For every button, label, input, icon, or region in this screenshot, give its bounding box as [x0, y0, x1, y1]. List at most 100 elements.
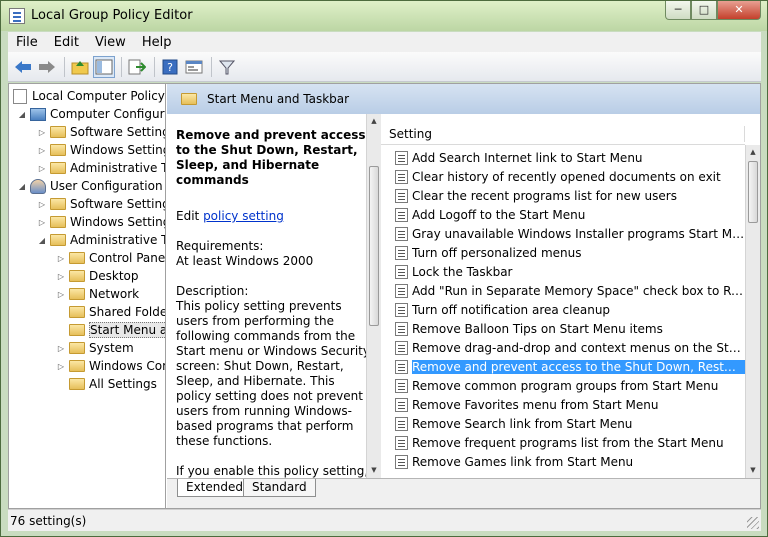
scroll-thumb[interactable]	[369, 166, 379, 326]
tree-computer-administrative-templates[interactable]: ▷ Administrative Te	[37, 159, 165, 177]
title-bar[interactable]: Local Group Policy Editor ─ □ ✕	[1, 1, 767, 31]
description-pane: Remove and prevent access to the Shut Do…	[167, 114, 380, 478]
collapsed-arrow-icon[interactable]: ▷	[56, 254, 66, 263]
scroll-thumb[interactable]	[748, 161, 758, 223]
setting-row[interactable]: Turn off personalized menus	[381, 243, 745, 262]
up-folder-icon[interactable]	[69, 56, 91, 78]
setting-row[interactable]: Remove frequent programs list from the S…	[381, 433, 745, 452]
description-more-text: If you enable this policy setting, the P…	[176, 464, 369, 478]
results-pane: Start Menu and Taskbar Remove and preven…	[167, 84, 760, 508]
setting-name: Remove Balloon Tips on Start Menu items	[412, 321, 663, 336]
setting-row[interactable]: Remove drag-and-drop and context menus o…	[381, 338, 745, 357]
policy-setting-icon	[395, 207, 408, 222]
show-hide-tree-icon[interactable]	[93, 55, 115, 78]
collapsed-arrow-icon[interactable]: ▷	[37, 146, 47, 155]
help-icon[interactable]: ?	[159, 56, 181, 78]
tree-user-configuration[interactable]: ◢ User Configuration	[17, 177, 163, 195]
tree-label: Software Settings	[70, 197, 166, 211]
tree-computer-configuration[interactable]: ◢ Computer Configura	[17, 105, 165, 123]
policy-setting-icon	[395, 340, 408, 355]
expanded-arrow-icon[interactable]: ◢	[17, 182, 27, 191]
forward-icon[interactable]	[36, 56, 58, 78]
scroll-down-arrow-icon[interactable]: ▼	[367, 463, 381, 478]
folder-icon	[69, 270, 85, 282]
tree-all-settings[interactable]: All Settings	[56, 375, 157, 393]
description-scrollbar[interactable]: ▲ ▼	[366, 114, 381, 478]
policy-setting-link[interactable]: policy setting	[203, 209, 284, 223]
policy-setting-icon	[395, 169, 408, 184]
tree-root[interactable]: Local Computer Policy	[13, 87, 165, 105]
scroll-up-arrow-icon[interactable]: ▲	[367, 114, 381, 129]
policy-setting-icon	[395, 283, 408, 298]
minimize-button[interactable]: ─	[665, 1, 691, 20]
tree-user-windows-settings[interactable]: ▷ Windows Setting	[37, 213, 166, 231]
collapsed-arrow-icon[interactable]: ▷	[56, 272, 66, 281]
filter-icon[interactable]	[216, 56, 238, 78]
column-header-setting[interactable]: Setting	[381, 123, 745, 145]
tree-computer-windows-settings[interactable]: ▷ Windows Setting	[37, 141, 166, 159]
tree-user-administrative-templates[interactable]: ◢ Administrative Te	[37, 231, 165, 249]
policy-setting-icon	[395, 416, 408, 431]
expanded-arrow-icon[interactable]: ◢	[37, 236, 47, 245]
setting-row[interactable]: Add Logoff to the Start Menu	[381, 205, 745, 224]
setting-row[interactable]: Clear history of recently opened documen…	[381, 167, 745, 186]
maximize-button[interactable]: □	[691, 1, 717, 20]
status-bar: 76 setting(s)	[8, 509, 761, 531]
policy-setting-icon	[395, 226, 408, 241]
collapsed-arrow-icon[interactable]: ▷	[37, 200, 47, 209]
collapsed-arrow-icon[interactable]: ▷	[37, 128, 47, 137]
menu-file[interactable]: File	[8, 35, 46, 50]
close-button[interactable]: ✕	[717, 1, 761, 20]
settings-rows: Add Search Internet link to Start Menu Cl…	[381, 148, 745, 471]
edit-line: Edit policy setting	[176, 209, 371, 224]
scroll-up-arrow-icon[interactable]: ▲	[746, 145, 760, 160]
folder-icon	[181, 93, 197, 105]
collapsed-arrow-icon[interactable]: ▷	[56, 290, 66, 299]
collapsed-arrow-icon[interactable]: ▷	[37, 164, 47, 173]
tree-user-software-settings[interactable]: ▷ Software Settings	[37, 195, 166, 213]
tree-network[interactable]: ▷ Network	[56, 285, 139, 303]
tree-start-menu-and-taskbar[interactable]: Start Menu ar	[56, 321, 165, 339]
settings-scrollbar[interactable]: ▲ ▼	[745, 145, 760, 478]
setting-row[interactable]: Remove Search link from Start Menu	[381, 414, 745, 433]
setting-row[interactable]: Clear the recent programs list for new u…	[381, 186, 745, 205]
setting-row[interactable]: Gray unavailable Windows Installer progr…	[381, 224, 745, 243]
setting-row[interactable]: Turn off notification area cleanup	[381, 300, 745, 319]
properties-icon[interactable]	[183, 56, 205, 78]
tree-label: Windows Setting	[70, 143, 166, 157]
setting-row[interactable]: Lock the Taskbar	[381, 262, 745, 281]
tree-desktop[interactable]: ▷ Desktop	[56, 267, 139, 285]
tree-system[interactable]: ▷ System	[56, 339, 134, 357]
console-tree[interactable]: Local Computer Policy ◢ Computer Configur…	[9, 84, 166, 508]
setting-row[interactable]: Remove Games link from Start Menu	[381, 452, 745, 471]
scroll-down-arrow-icon[interactable]: ▼	[746, 463, 760, 478]
setting-row[interactable]: Add "Run in Separate Memory Space" check…	[381, 281, 745, 300]
menu-view[interactable]: View	[87, 35, 134, 50]
tree-label: Windows Setting	[70, 215, 166, 229]
setting-row[interactable]: Remove common program groups from Start …	[381, 376, 745, 395]
setting-name: Add "Run in Separate Memory Space" check…	[412, 283, 745, 298]
collapsed-arrow-icon[interactable]: ▷	[56, 362, 66, 371]
setting-name: Gray unavailable Windows Installer progr…	[412, 226, 745, 241]
export-list-icon[interactable]	[126, 56, 148, 78]
menu-action[interactable]: Edit	[46, 35, 87, 50]
setting-row[interactable]: Remove Favorites menu from Start Menu	[381, 395, 745, 414]
setting-row[interactable]: Remove Balloon Tips on Start Menu items	[381, 319, 745, 338]
tab-standard[interactable]: Standard	[243, 479, 316, 497]
tree-control-panel[interactable]: ▷ Control Panel	[56, 249, 165, 267]
back-icon[interactable]	[12, 56, 34, 78]
tree-computer-software-settings[interactable]: ▷ Software Settings	[37, 123, 165, 141]
setting-row[interactable]: Add Search Internet link to Start Menu	[381, 148, 745, 167]
menu-help[interactable]: Help	[134, 35, 180, 50]
tree-windows-components[interactable]: ▷ Windows Com	[56, 357, 165, 375]
resize-grip-icon[interactable]	[747, 517, 759, 529]
tab-extended[interactable]: Extended	[177, 479, 252, 497]
tree-label: Local Computer Policy	[32, 89, 165, 103]
folder-icon	[69, 252, 85, 264]
collapsed-arrow-icon[interactable]: ▷	[37, 218, 47, 227]
policy-setting-icon	[395, 359, 408, 374]
collapsed-arrow-icon[interactable]: ▷	[56, 344, 66, 353]
tree-shared-folders[interactable]: Shared Folder	[56, 303, 165, 321]
expanded-arrow-icon[interactable]: ◢	[17, 110, 27, 119]
setting-row[interactable]: Remove and prevent access to the Shut Do…	[381, 357, 745, 376]
